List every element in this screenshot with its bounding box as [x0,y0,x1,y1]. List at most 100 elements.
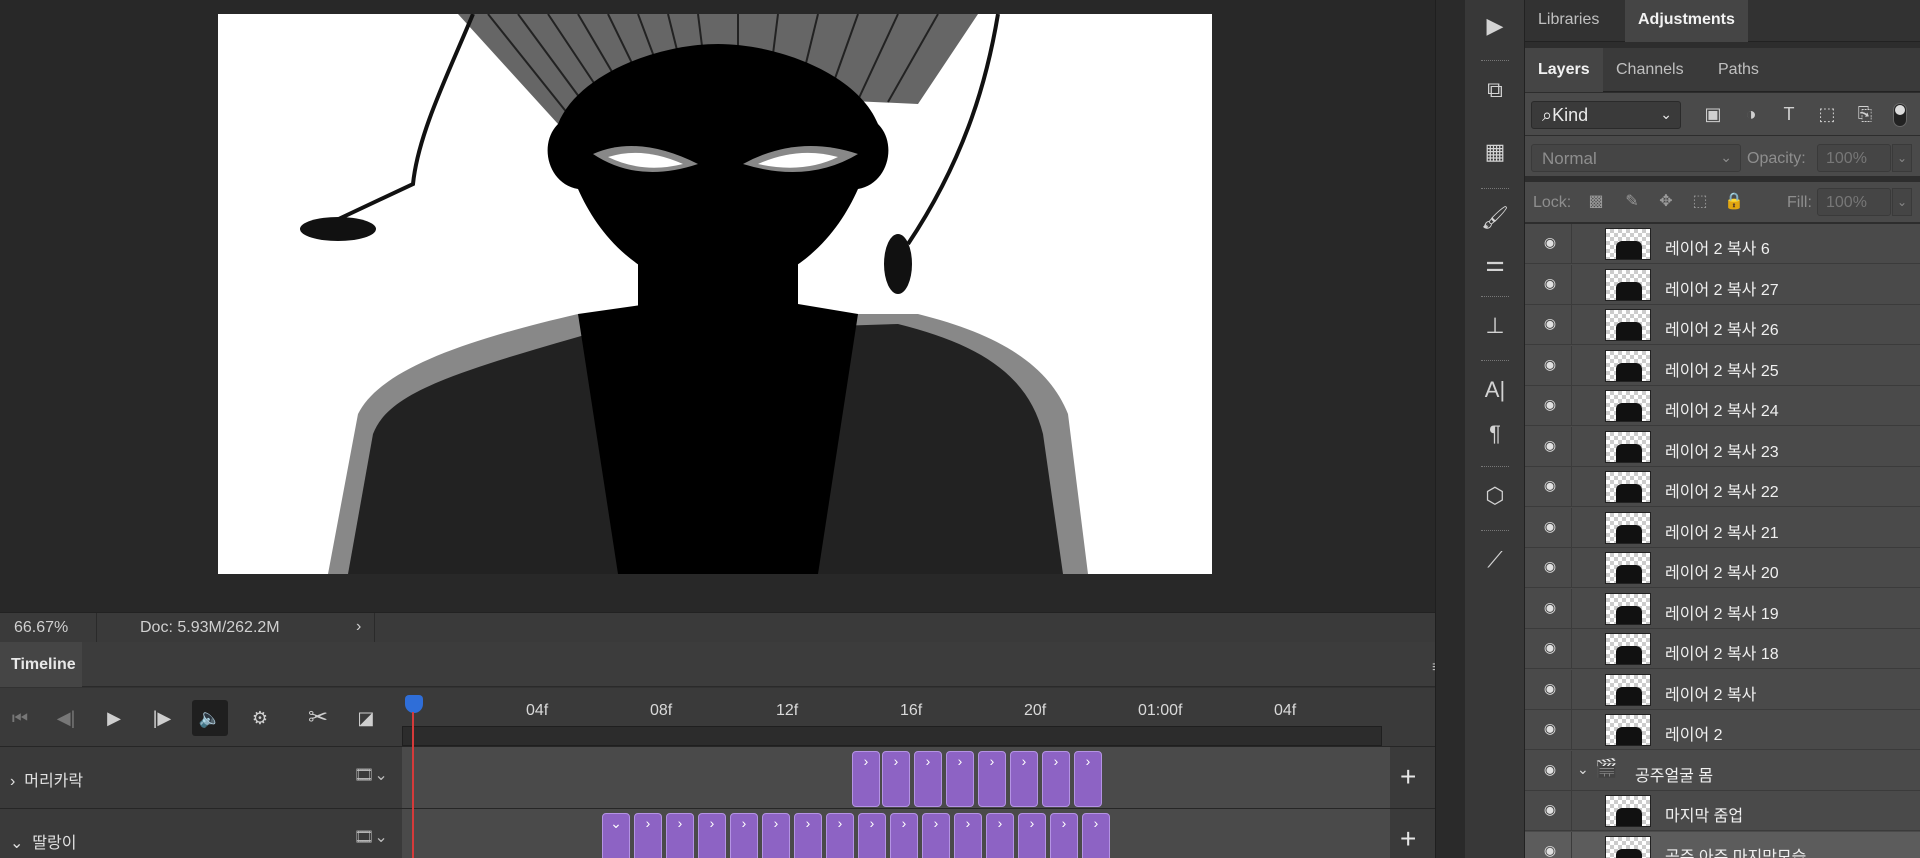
layer-thumbnail[interactable] [1605,228,1651,260]
clip[interactable]: › [1074,751,1102,807]
split-scissors-icon[interactable]: ✂ [300,700,336,736]
adjustment-filter-icon[interactable]: ◑ [1739,104,1763,126]
layer-row[interactable]: ◉ 레이어 2 [1525,710,1920,750]
tab-libraries[interactable]: Libraries [1525,0,1612,42]
lock-artboard-icon[interactable]: ⬚ [1689,191,1711,213]
visibility-eye-icon[interactable]: ◉ [1539,234,1561,252]
layer-thumbnail[interactable] [1605,511,1651,544]
layer-row[interactable]: ◉ 마지막 줌업 [1525,791,1920,831]
visibility-eye-icon[interactable]: ◉ [1539,437,1561,455]
clip[interactable]: › [1050,813,1078,858]
fill-field[interactable]: 100% [1817,188,1891,216]
tab-channels[interactable]: Channels [1603,48,1697,92]
clip[interactable]: › [946,751,974,807]
playhead-line[interactable] [412,712,414,858]
lock-move-icon[interactable]: ✥ [1655,191,1677,213]
chevron-down-icon[interactable]: ⌄ [1577,761,1589,778]
brush-settings-icon[interactable]: ⚌ [1477,246,1513,282]
layer-thumbnail[interactable] [1605,349,1651,382]
clone-source-icon[interactable]: ⊥ [1477,308,1513,344]
visibility-eye-icon[interactable]: ◉ [1539,275,1561,293]
layer-row[interactable]: ◉ 공주 아주 마지막모습 [1525,831,1920,858]
visibility-eye-icon[interactable]: ◉ [1539,639,1561,657]
shape-filter-icon[interactable]: ⬚ [1815,104,1839,126]
character-icon[interactable]: A| [1477,372,1513,408]
layer-thumbnail[interactable] [1605,390,1651,422]
go-to-first-frame-icon[interactable]: ⏮ [2,700,38,736]
layer-row[interactable]: ◉ 레이어 2 복사 25 [1525,345,1920,386]
clip[interactable]: › [666,813,694,858]
chevron-right-icon[interactable]: › [356,618,361,636]
layer-row[interactable]: ◉ 레이어 2 복사 [1525,669,1920,710]
visibility-eye-icon[interactable]: ◉ [1539,315,1561,333]
layer-thumbnail[interactable] [1605,633,1651,665]
clip[interactable]: › [698,813,726,858]
playhead-handle[interactable] [405,695,423,713]
layer-thumbnail[interactable] [1605,592,1651,625]
visibility-eye-icon[interactable]: ◉ [1539,599,1561,617]
visibility-eye-icon[interactable]: ◉ [1539,356,1561,374]
audio-icon[interactable]: 🔈 [192,700,228,736]
add-media-icon[interactable]: + [1400,761,1416,793]
track-area[interactable]: › › › › › › › › [402,747,1390,809]
grid-icon[interactable]: ▦ [1477,134,1513,170]
visibility-eye-icon[interactable]: ◉ [1539,761,1561,779]
clip[interactable]: › [1018,813,1046,858]
layer-thumbnail[interactable] [1605,430,1651,463]
layer-thumbnail[interactable] [1605,795,1651,827]
visibility-eye-icon[interactable]: ◉ [1539,396,1561,414]
track-row[interactable]: ⌄ 딸랑이 🎞⌄ ⌄ › › › › › › › › › › › › › › ›… [0,808,1460,858]
layer-row[interactable]: ◉ 레이어 2 복사 18 [1525,629,1920,669]
clip[interactable]: › [978,751,1006,807]
smart-object-filter-icon[interactable]: ⎘ [1853,104,1877,126]
layer-thumbnail[interactable] [1605,835,1651,858]
clip[interactable]: › [794,813,822,858]
clip[interactable]: › [858,813,886,858]
measurement-icon[interactable]: ⟋ [1477,542,1513,578]
layer-row[interactable]: ◉ 레이어 2 복사 23 [1525,426,1920,467]
layer-thumbnail[interactable] [1605,309,1651,341]
panel-divider[interactable] [1435,0,1465,858]
brushes-icon[interactable]: 🖌 [1477,200,1513,236]
clip[interactable]: ⌄ [602,813,630,858]
clip[interactable]: › [890,813,918,858]
visibility-eye-icon[interactable]: ◉ [1539,680,1561,698]
pixel-filter-icon[interactable]: ▣ [1701,104,1725,126]
clip[interactable]: › [986,813,1014,858]
settings-gear-icon[interactable]: ⚙ [242,700,278,736]
layer-row[interactable]: ◉ 레이어 2 복사 26 [1525,305,1920,345]
clip[interactable]: › [852,751,880,807]
clip[interactable]: › [730,813,758,858]
lock-all-icon[interactable]: 🔒 [1723,191,1745,213]
clip[interactable]: › [1082,813,1110,858]
clip[interactable]: › [922,813,950,858]
clip[interactable]: › [882,751,910,807]
layer-thumbnail[interactable] [1605,714,1651,746]
layer-thumbnail[interactable] [1605,552,1651,584]
clip[interactable]: › [954,813,982,858]
previous-frame-icon[interactable]: ◀| [48,700,84,736]
work-area-bar[interactable] [402,726,1382,746]
lock-transparent-icon[interactable]: ▩ [1585,191,1607,213]
3d-layers-icon[interactable]: ⧉ [1477,72,1513,108]
clip[interactable]: › [1010,751,1038,807]
clip[interactable]: › [914,751,942,807]
chevron-down-icon[interactable]: ⌄ [1892,144,1912,172]
layer-thumbnail[interactable] [1605,268,1651,301]
paragraph-icon[interactable]: ¶ [1477,416,1513,452]
filter-kind-select[interactable]: ⌕Kind ⌄ [1531,101,1681,129]
visibility-eye-icon[interactable]: ◉ [1539,720,1561,738]
film-icon[interactable]: 🎞⌄ [354,765,388,785]
visibility-eye-icon[interactable]: ◉ [1539,801,1561,819]
canvas-area[interactable] [0,0,1435,612]
layer-row[interactable]: ◉ 레이어 2 복사 19 [1525,588,1920,629]
clip[interactable]: › [634,813,662,858]
tab-layers[interactable]: Layers [1525,48,1603,92]
visibility-eye-icon[interactable]: ◉ [1539,477,1561,495]
play-icon[interactable]: ▶ [96,700,132,736]
chevron-down-icon[interactable]: ⌄ [1892,188,1912,216]
3d-cube-icon[interactable]: ⬡ [1477,478,1513,514]
track-area[interactable]: ⌄ › › › › › › › › › › › › › › › [402,809,1390,858]
type-filter-icon[interactable]: T [1777,104,1801,126]
opacity-field[interactable]: 100% [1817,144,1891,172]
